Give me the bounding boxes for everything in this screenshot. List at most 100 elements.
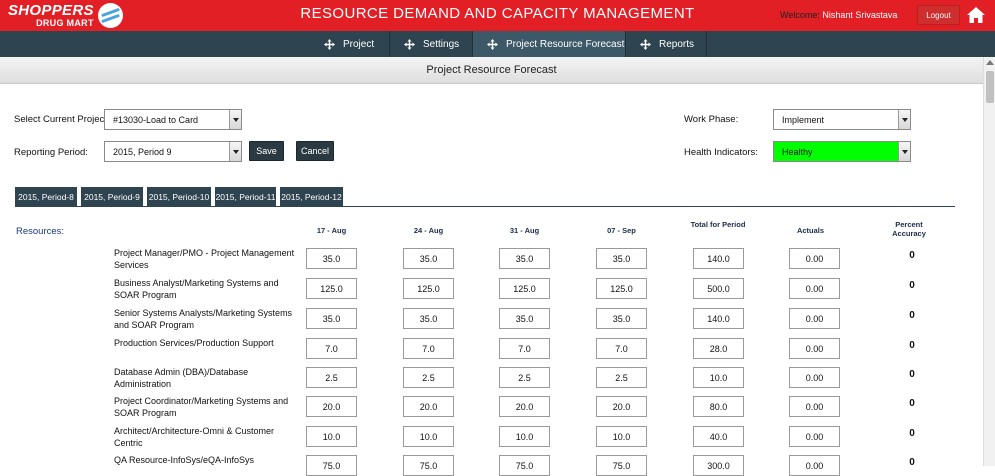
project-label: Select Current Project: (14, 114, 110, 125)
project-select[interactable]: #13030-Load to Card (104, 109, 242, 130)
tab-period-12[interactable]: 2015, Period-12 (280, 187, 343, 206)
health-indicators-select[interactable]: Healthy (773, 141, 911, 162)
percent-accuracy-value: 0 (909, 280, 915, 291)
total-period-input[interactable]: 28.0 (693, 338, 744, 359)
week-31-aug-input[interactable]: 2.5 (499, 367, 550, 388)
resource-name: Business Analyst/Marketing Systems and S… (114, 278, 279, 301)
tab-period-9[interactable]: 2015, Period-9 (81, 187, 143, 206)
percent-accuracy-value: 0 (909, 428, 915, 439)
nav-item-project-resource-forecast[interactable]: Project Resource Forecast (473, 31, 625, 57)
column-header-actuals: Actuals (796, 226, 825, 235)
chevron-down-icon[interactable] (229, 110, 241, 129)
column-header-17-aug: 17 - Aug (316, 226, 347, 235)
resource-name: QA Resource-InfoSys/eQA-InfoSys (114, 455, 255, 465)
total-period-input[interactable]: 10.0 (693, 367, 744, 388)
week-17-aug-input[interactable]: 10.0 (306, 426, 357, 447)
nav-item-project[interactable]: Project (310, 31, 388, 57)
week-31-aug-input[interactable]: 7.0 (499, 338, 550, 359)
resource-name: Database Admin (DBA)/Database Administra… (114, 367, 249, 390)
reporting-period-label: Reporting Period: (14, 147, 88, 158)
week-17-aug-input[interactable]: 35.0 (306, 248, 357, 269)
total-period-input[interactable]: 140.0 (693, 248, 744, 269)
health-indicators-label: Health Indicators: (684, 147, 758, 158)
cancel-button[interactable]: Cancel (296, 141, 334, 161)
reporting-period-select[interactable]: 2015, Period 9 (104, 141, 242, 162)
actuals-input[interactable]: 0.00 (789, 338, 840, 359)
move-arrows-icon (640, 38, 651, 50)
percent-accuracy-value: 0 (909, 457, 915, 468)
project-select-value: #13030-Load to Card (113, 114, 199, 125)
week-24-aug-input[interactable]: 35.0 (403, 308, 454, 329)
logout-button[interactable]: Logout (917, 5, 960, 25)
move-arrows-icon (404, 38, 415, 50)
week-31-aug-input[interactable]: 35.0 (499, 248, 550, 269)
week-07-sep-input[interactable]: 2.5 (596, 367, 647, 388)
week-24-aug-input[interactable]: 2.5 (403, 367, 454, 388)
reporting-period-value: 2015, Period 9 (113, 146, 172, 157)
week-17-aug-input[interactable]: 2.5 (306, 367, 357, 388)
column-header-accuracy: Percent Accuracy (892, 220, 926, 238)
chevron-down-icon[interactable] (898, 142, 910, 161)
week-07-sep-input[interactable]: 7.0 (596, 338, 647, 359)
home-icon[interactable] (967, 7, 985, 23)
page-title: Project Resource Forecast (0, 57, 983, 84)
work-phase-select[interactable]: Implement (773, 109, 911, 130)
tab-period-11[interactable]: 2015, Period-11 (215, 187, 276, 206)
actuals-input[interactable]: 0.00 (789, 367, 840, 388)
user-name: Nishant Srivastava (822, 10, 898, 20)
actuals-input[interactable]: 0.00 (789, 308, 840, 329)
nav-label: Reports (659, 38, 695, 50)
work-phase-value: Implement (782, 114, 825, 125)
week-07-sep-input[interactable]: 10.0 (596, 426, 647, 447)
total-period-input[interactable]: 140.0 (693, 308, 744, 329)
week-17-aug-input[interactable]: 35.0 (306, 308, 357, 329)
scrollbar-thumb[interactable] (986, 71, 994, 103)
week-31-aug-input[interactable]: 35.0 (499, 308, 550, 329)
actuals-input[interactable]: 0.00 (789, 278, 840, 299)
app-header: SHOPPERS DRUG MART RESOURCE DEMAND AND C… (0, 0, 995, 31)
scroll-up-icon[interactable] (986, 60, 994, 65)
vertical-scrollbar[interactable] (983, 57, 995, 466)
week-17-aug-input[interactable]: 125.0 (306, 278, 357, 299)
resource-name: Architect/Architecture-Omni & Customer C… (114, 426, 275, 449)
column-header-07-sep: 07 - Sep (607, 226, 636, 235)
nav-item-settings[interactable]: Settings (390, 31, 472, 57)
save-button[interactable]: Save (249, 141, 284, 161)
week-24-aug-input[interactable]: 125.0 (403, 278, 454, 299)
total-period-input[interactable]: 80.0 (693, 396, 744, 417)
resource-name: Production Services/Production Support (114, 338, 274, 348)
percent-accuracy-value: 0 (909, 310, 915, 321)
week-24-aug-input[interactable]: 20.0 (403, 396, 454, 417)
week-24-aug-input[interactable]: 7.0 (403, 338, 454, 359)
total-period-input[interactable]: 500.0 (693, 278, 744, 299)
welcome-text: Welcome: Nishant Srivastava (780, 10, 897, 20)
week-24-aug-input[interactable]: 10.0 (403, 426, 454, 447)
week-31-aug-input[interactable]: 125.0 (499, 278, 550, 299)
tab-period-10[interactable]: 2015, Period-10 (147, 187, 211, 206)
resource-name: Project Manager/PMO - Project Management… (114, 248, 295, 271)
week-31-aug-input[interactable]: 20.0 (499, 396, 550, 417)
actuals-input[interactable]: 0.00 (789, 426, 840, 447)
column-header-total: Total for Period (690, 220, 746, 229)
resource-name: Project Coordinator/Marketing Systems an… (114, 396, 289, 419)
week-17-aug-input[interactable]: 20.0 (306, 396, 357, 417)
percent-accuracy-value: 0 (909, 369, 915, 380)
percent-accuracy-value: 0 (909, 340, 915, 351)
chevron-down-icon[interactable] (229, 142, 241, 161)
week-07-sep-input[interactable]: 35.0 (596, 248, 647, 269)
week-07-sep-input[interactable]: 20.0 (596, 396, 647, 417)
week-17-aug-input[interactable]: 7.0 (306, 338, 357, 359)
total-period-input[interactable]: 40.0 (693, 426, 744, 447)
actuals-input[interactable]: 0.00 (789, 248, 840, 269)
percent-accuracy-value: 0 (909, 250, 915, 261)
nav-item-reports[interactable]: Reports (626, 31, 706, 57)
tab-period-8[interactable]: 2015, Period-8 (15, 187, 77, 206)
chevron-down-icon[interactable] (898, 110, 910, 129)
week-31-aug-input[interactable]: 10.0 (499, 426, 550, 447)
resources-label: Resources: (16, 226, 65, 237)
actuals-input[interactable]: 0.00 (789, 396, 840, 417)
percent-accuracy-value: 0 (909, 398, 915, 409)
week-24-aug-input[interactable]: 35.0 (403, 248, 454, 269)
week-07-sep-input[interactable]: 35.0 (596, 308, 647, 329)
week-07-sep-input[interactable]: 125.0 (596, 278, 647, 299)
